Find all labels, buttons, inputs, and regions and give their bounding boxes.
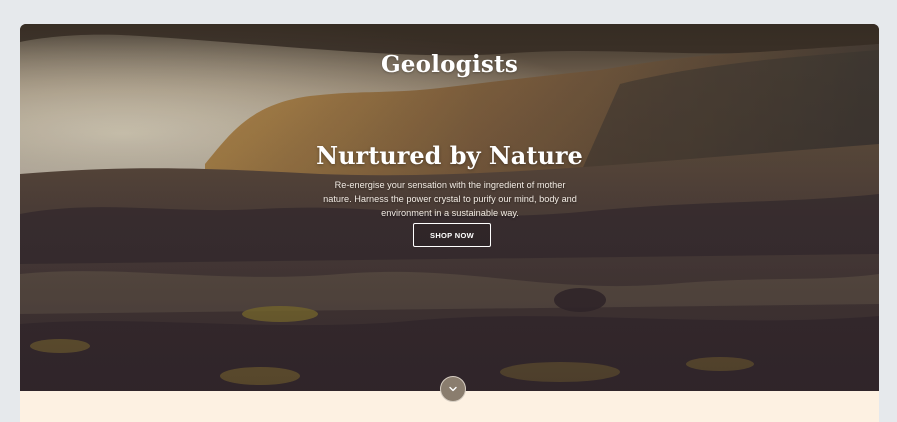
- shop-now-button[interactable]: SHOP NOW: [413, 223, 491, 247]
- site-logo[interactable]: Geologists: [20, 51, 879, 78]
- website-frame: Geologists Nurtured by Nature Re-energis…: [20, 24, 879, 422]
- hero-subtitle: Re-energise your sensation with the ingr…: [323, 180, 577, 218]
- scroll-down-button[interactable]: [440, 376, 466, 402]
- hero-section: Geologists Nurtured by Nature Re-energis…: [20, 24, 879, 391]
- chevron-down-icon: [449, 386, 457, 392]
- hero-headline: Nurtured by Nature: [316, 141, 583, 170]
